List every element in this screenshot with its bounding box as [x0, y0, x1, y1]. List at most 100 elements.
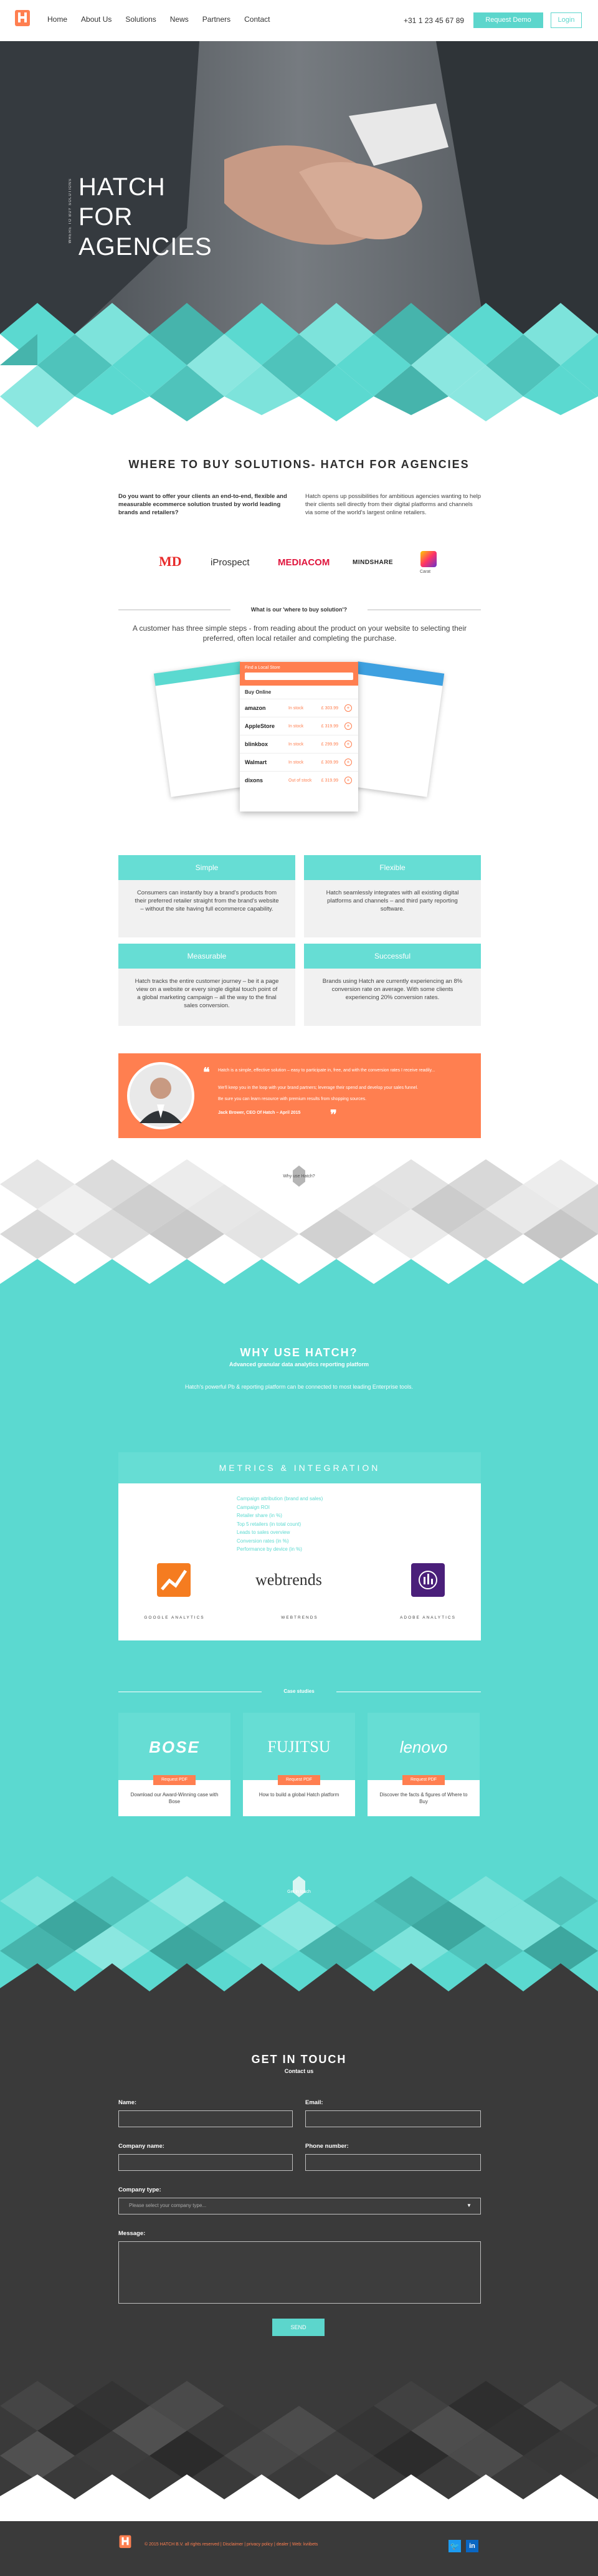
metrics-list: Campaign attribution (brand and sales) C…	[237, 1495, 323, 1554]
partner-logo-carat: Carat	[420, 570, 431, 574]
quote-open-icon: ❝	[203, 1066, 210, 1080]
where-to-buy-mockup: Find a Local Store Buy Online amazon In s…	[153, 648, 445, 829]
footer-logo[interactable]	[118, 2535, 132, 2552]
partner-logo-mediacom: MEDIACOM	[278, 557, 330, 568]
mockup-search-input[interactable]	[245, 673, 353, 680]
retailer-row[interactable]: dixons Out of stock £ 319.99 +	[240, 771, 358, 789]
why-use-subheading: Advanced granular data analytics reporti…	[229, 1361, 369, 1367]
mockup-center-card: Find a Local Store Buy Online amazon In s…	[240, 662, 358, 812]
case-studies-label: Case studies	[283, 1688, 315, 1694]
get-in-touch-label[interactable]: Get in touch	[268, 1890, 330, 1894]
caption-google-analytics: GOOGLE ANALYTICS	[144, 1616, 205, 1620]
company-name-field[interactable]	[118, 2154, 293, 2171]
retailer-row[interactable]: amazon In stock £ 303.99 +	[240, 699, 358, 717]
footer-copyright[interactable]: © 2015 HATCH B.V. all rights reserved | …	[145, 2542, 318, 2547]
case-study-bose-image: BOSE	[118, 1713, 230, 1780]
metric-item: Conversion rates (in %)	[237, 1538, 289, 1544]
what-is-label: What is our 'where to buy solution'?	[250, 606, 348, 613]
feature-measurable-text: Hatch tracks the entire customer journey…	[118, 969, 295, 1026]
phone-field[interactable]	[305, 2154, 481, 2171]
request-demo-button[interactable]: Request Demo	[473, 12, 543, 28]
what-is-description: A customer has three simple steps - from…	[132, 624, 467, 643]
send-button[interactable]: SEND	[272, 2319, 325, 2336]
nav-solutions[interactable]: Solutions	[125, 15, 156, 24]
hero-title: HATCH FOR AGENCIES	[78, 172, 212, 262]
phone-number[interactable]: +31 1 23 45 67 89	[404, 16, 464, 25]
where-to-buy-heading: WHERE TO BUY SOLUTIONS- HATCH FOR AGENCI…	[128, 458, 470, 471]
name-label: Name:	[118, 2099, 137, 2106]
add-to-cart-icon[interactable]: +	[344, 759, 352, 766]
metrics-heading: METRICS & INTEGRATION	[118, 1452, 481, 1483]
retailer-price: £ 303.99	[321, 706, 338, 711]
nav-partners[interactable]: Partners	[202, 15, 230, 24]
fujitsu-logo: FUJITSU	[267, 1738, 331, 1756]
mockup-retailer-list: amazon In stock £ 303.99 + AppleStore In stoc…	[240, 699, 358, 789]
mockup-header: Find a Local Store	[245, 666, 280, 670]
case-study-lenovo[interactable]: lenovo Request PDF Discover the facts & …	[368, 1713, 480, 1816]
feature-flexible-text: Hatch seamlessly integrates with all exi…	[304, 880, 481, 937]
google-analytics-icon	[157, 1563, 191, 1597]
case-study-fujitsu-image: FUJITSU	[243, 1713, 355, 1780]
retailer-row[interactable]: Walmart In stock £ 309.99 +	[240, 753, 358, 771]
twitter-icon[interactable]: 🐦	[448, 2540, 461, 2552]
fujitsu-request-pdf-button[interactable]: Request PDF	[278, 1775, 320, 1785]
retailer-stock: Out of stock	[288, 778, 312, 783]
quote-author: Jack Brower, CEO Of Hatch – April 2015	[218, 1111, 301, 1115]
lenovo-request-pdf-button[interactable]: Request PDF	[402, 1775, 445, 1785]
hero-title-line-3: AGENCIES	[78, 233, 212, 261]
message-field[interactable]	[118, 2241, 481, 2304]
add-to-cart-icon[interactable]: +	[344, 704, 352, 712]
retailer-price: £ 319.99	[321, 778, 338, 783]
quote-close-icon: ❞	[330, 1108, 337, 1122]
hero-side-text: WHERE TO BUY SOLUTIONS	[69, 178, 72, 244]
caption-webtrends: WEBTRENDS	[281, 1616, 318, 1620]
retailer-name: Walmart	[245, 759, 267, 765]
quote-line-1: Hatch is a simple, effective solution – …	[218, 1068, 435, 1073]
feature-measurable-title: Measurable	[118, 944, 295, 969]
feature-flexible-title: Flexible	[304, 855, 481, 880]
feature-successful-title: Successful	[304, 944, 481, 969]
nav-news[interactable]: News	[170, 15, 189, 24]
name-field[interactable]	[118, 2110, 293, 2127]
retailer-row[interactable]: AppleStore In stock £ 319.99 +	[240, 717, 358, 735]
linkedin-icon[interactable]: in	[466, 2540, 478, 2552]
retailer-stock: In stock	[288, 760, 304, 765]
why-use-label[interactable]: Why use Hatch?	[268, 1174, 330, 1179]
email-field[interactable]	[305, 2110, 481, 2127]
partner-logo-md: MD	[159, 553, 182, 569]
where-to-buy-intro: Do you want to offer your clients an end…	[118, 493, 287, 516]
company-type-select[interactable]: Please select your company type... ▼	[118, 2198, 481, 2214]
retailer-name: AppleStore	[245, 723, 275, 729]
top-navigation: Home About Us Solutions News Partners Co…	[0, 0, 598, 41]
hatch-logo[interactable]	[14, 10, 31, 31]
nav-home[interactable]: Home	[47, 15, 67, 24]
nav-contact[interactable]: Contact	[244, 15, 270, 24]
email-label: Email:	[305, 2099, 323, 2106]
metric-item: Campaign attribution (brand and sales)	[237, 1496, 323, 1501]
case-study-fujitsu[interactable]: FUJITSU Request PDF How to build a globa…	[243, 1713, 355, 1816]
retailer-row[interactable]: blinkbox In stock £ 299.99 +	[240, 735, 358, 753]
add-to-cart-icon[interactable]: +	[344, 740, 352, 748]
bose-request-pdf-button[interactable]: Request PDF	[153, 1775, 196, 1785]
nav-links: Home About Us Solutions News Partners Co…	[47, 15, 283, 24]
login-button[interactable]: Login	[551, 12, 582, 28]
mockup-buy-online-label: Buy Online	[245, 689, 272, 695]
partner-logo-iprospect: iProspect	[211, 557, 250, 568]
metric-item: Retailer share (in %)	[237, 1513, 282, 1518]
webtrends-logo: webtrends	[255, 1571, 322, 1589]
contact-heading: GET IN TOUCH	[251, 2053, 347, 2066]
phone-label: Phone number:	[305, 2143, 349, 2150]
testimonial-avatar	[127, 1062, 194, 1129]
case-study-bose[interactable]: BOSE Request PDF Download our Award-Winn…	[118, 1713, 230, 1816]
metric-item: Performance by device (in %)	[237, 1546, 302, 1552]
nav-about-us[interactable]: About Us	[81, 15, 112, 24]
add-to-cart-icon[interactable]: +	[344, 722, 352, 730]
why-use-description: Hatch's powerful Pb & reporting platform…	[185, 1384, 413, 1390]
footer: © 2015 HATCH B.V. all rights reserved | …	[0, 2521, 598, 2576]
lenovo-case-text: Discover the facts & figures of Where to…	[379, 1792, 468, 1804]
retailer-price: £ 299.99	[321, 742, 338, 747]
add-to-cart-icon[interactable]: +	[344, 777, 352, 784]
partner-logos: MD iProspect MEDIACOM MINDSHARE Carat	[156, 548, 442, 580]
retailer-price: £ 309.99	[321, 760, 338, 765]
quote-line-3: Be sure you can learn resource with prem…	[218, 1097, 367, 1101]
